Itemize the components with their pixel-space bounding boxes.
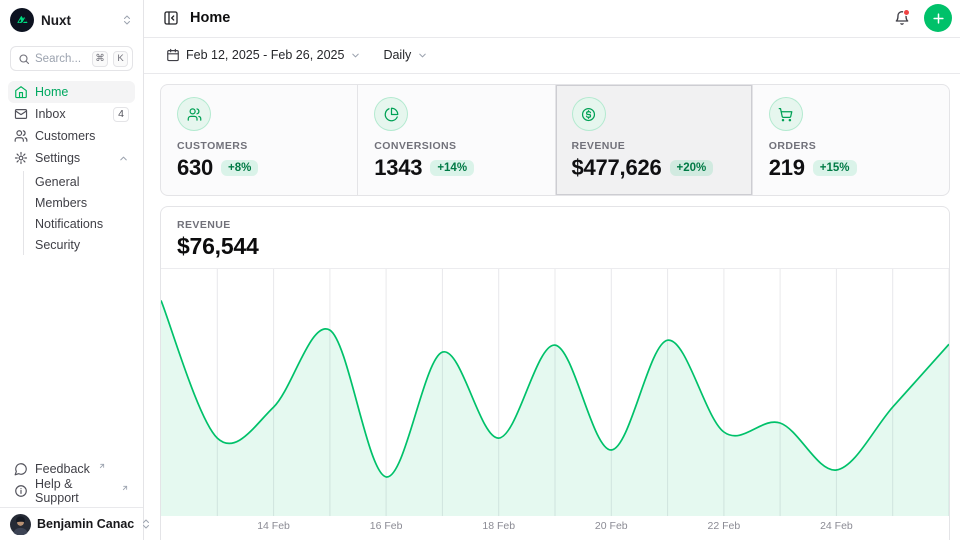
sidebar-item-settings[interactable]: Settings (8, 147, 135, 169)
message-circle-icon (14, 462, 28, 476)
dashboard-content: CUSTOMERS 630 +8% CONVERSIONS 1343 +14% (144, 74, 960, 540)
stat-delta-badge: +8% (221, 160, 258, 176)
workspace-name: Nuxt (41, 13, 114, 28)
sidebar-item-customers[interactable]: Customers (8, 125, 135, 147)
period-label: Daily (383, 48, 411, 62)
help-support-link[interactable]: Help & Support (8, 480, 135, 502)
stat-label: CUSTOMERS (177, 140, 341, 152)
x-tick-label: 18 Feb (482, 520, 515, 532)
stat-card-orders[interactable]: ORDERS 219 +15% (753, 85, 949, 195)
panel-left-close-icon (163, 10, 179, 26)
stat-card-conversions[interactable]: CONVERSIONS 1343 +14% (358, 85, 554, 195)
gear-icon (14, 151, 28, 165)
stats-panel: CUSTOMERS 630 +8% CONVERSIONS 1343 +14% (160, 84, 950, 196)
chevron-down-icon (417, 50, 428, 61)
shopping-cart-icon (769, 97, 803, 131)
search-icon (18, 53, 30, 65)
stat-delta-badge: +20% (670, 160, 714, 176)
sidebar-subitem-notifications[interactable]: Notifications (35, 213, 135, 234)
date-range-picker[interactable]: Feb 12, 2025 - Feb 26, 2025 (160, 44, 367, 66)
inbox-count-badge: 4 (113, 107, 129, 122)
revenue-chart-card: REVENUE $76,544 14 Feb 16 Feb 18 Feb 20 Feb… (160, 206, 950, 540)
sidebar-item-label: Settings (35, 151, 111, 165)
calendar-icon (166, 48, 180, 62)
page-title: Home (190, 10, 880, 26)
help-support-label: Help & Support (35, 477, 113, 505)
search-input[interactable]: ⌘ K (10, 46, 133, 71)
sidebar-item-label: Home (35, 85, 129, 99)
circle-dollar-icon (572, 97, 606, 131)
notifications-button[interactable] (888, 4, 916, 32)
chart-pie-icon (374, 97, 408, 131)
sidebar-footer: Feedback Help & Support (0, 458, 143, 507)
chevron-up-down-icon (121, 14, 133, 26)
user-menu[interactable]: Benjamin Canac (0, 507, 143, 540)
stat-value: $477,626 (572, 155, 662, 181)
stat-label: ORDERS (769, 140, 933, 152)
stat-label: CONVERSIONS (374, 140, 538, 152)
kbd-k: K (113, 51, 128, 67)
app-window: Nuxt ⌘ K Home Inb (0, 0, 960, 540)
chevron-up-icon (118, 153, 129, 164)
chart-label: REVENUE (177, 219, 933, 231)
feedback-label: Feedback (35, 462, 90, 476)
date-range-label: Feb 12, 2025 - Feb 26, 2025 (186, 48, 344, 62)
sidebar-nav: Home Inbox 4 Customers Settings (0, 81, 143, 458)
stat-value: 1343 (374, 155, 422, 181)
users-icon (177, 97, 211, 131)
revenue-area-chart[interactable] (161, 269, 949, 516)
chevron-down-icon (350, 50, 361, 61)
stat-delta-badge: +15% (813, 160, 857, 176)
sidebar-subitem-general[interactable]: General (35, 171, 135, 192)
inbox-icon (14, 107, 28, 121)
sidebar-item-inbox[interactable]: Inbox 4 (8, 103, 135, 125)
x-tick-label: 16 Feb (370, 520, 403, 532)
chart-header: REVENUE $76,544 (161, 207, 949, 269)
sidebar: Nuxt ⌘ K Home Inb (0, 0, 144, 540)
sidebar-subitem-members[interactable]: Members (35, 192, 135, 213)
chart-canvas (161, 269, 949, 516)
x-tick-label: 20 Feb (595, 520, 628, 532)
sidebar-collapse-button[interactable] (160, 7, 182, 29)
filter-toolbar: Feb 12, 2025 - Feb 26, 2025 Daily (144, 38, 960, 74)
topbar: Home (144, 0, 960, 38)
stat-card-customers[interactable]: CUSTOMERS 630 +8% (161, 85, 357, 195)
period-select[interactable]: Daily (377, 44, 434, 66)
external-link-icon (121, 484, 129, 492)
stat-card-revenue[interactable]: REVENUE $477,626 +20% (556, 85, 752, 195)
search-field[interactable] (35, 53, 87, 65)
settings-submenu: General Members Notifications Security (23, 171, 135, 255)
sidebar-item-label: Inbox (35, 107, 106, 121)
x-axis-ticks: 14 Feb 16 Feb 18 Feb 20 Feb 22 Feb 24 Feb (161, 516, 949, 537)
info-circle-icon (14, 484, 28, 498)
external-link-icon (98, 462, 106, 470)
add-button[interactable] (924, 4, 952, 32)
stat-value: 219 (769, 155, 805, 181)
sidebar-subitem-security[interactable]: Security (35, 234, 135, 255)
stat-label: REVENUE (572, 140, 736, 152)
main-panel: Home Feb 12, 2025 - Feb 26, 2025 Daily (144, 0, 960, 540)
kbd-meta: ⌘ (92, 51, 108, 67)
workspace-switcher[interactable]: Nuxt (0, 0, 143, 38)
sidebar-item-label: Customers (35, 129, 129, 143)
stat-value: 630 (177, 155, 213, 181)
home-icon (14, 85, 28, 99)
plus-icon (931, 11, 946, 26)
stat-delta-badge: +14% (430, 160, 474, 176)
sidebar-item-home[interactable]: Home (8, 81, 135, 103)
x-tick-label: 22 Feb (707, 520, 740, 532)
nuxt-logo-icon (10, 8, 34, 32)
avatar (10, 514, 31, 535)
x-tick-label: 24 Feb (820, 520, 853, 532)
chart-value: $76,544 (177, 233, 933, 260)
x-tick-label: 14 Feb (257, 520, 290, 532)
user-name: Benjamin Canac (37, 517, 134, 531)
users-icon (14, 129, 28, 143)
